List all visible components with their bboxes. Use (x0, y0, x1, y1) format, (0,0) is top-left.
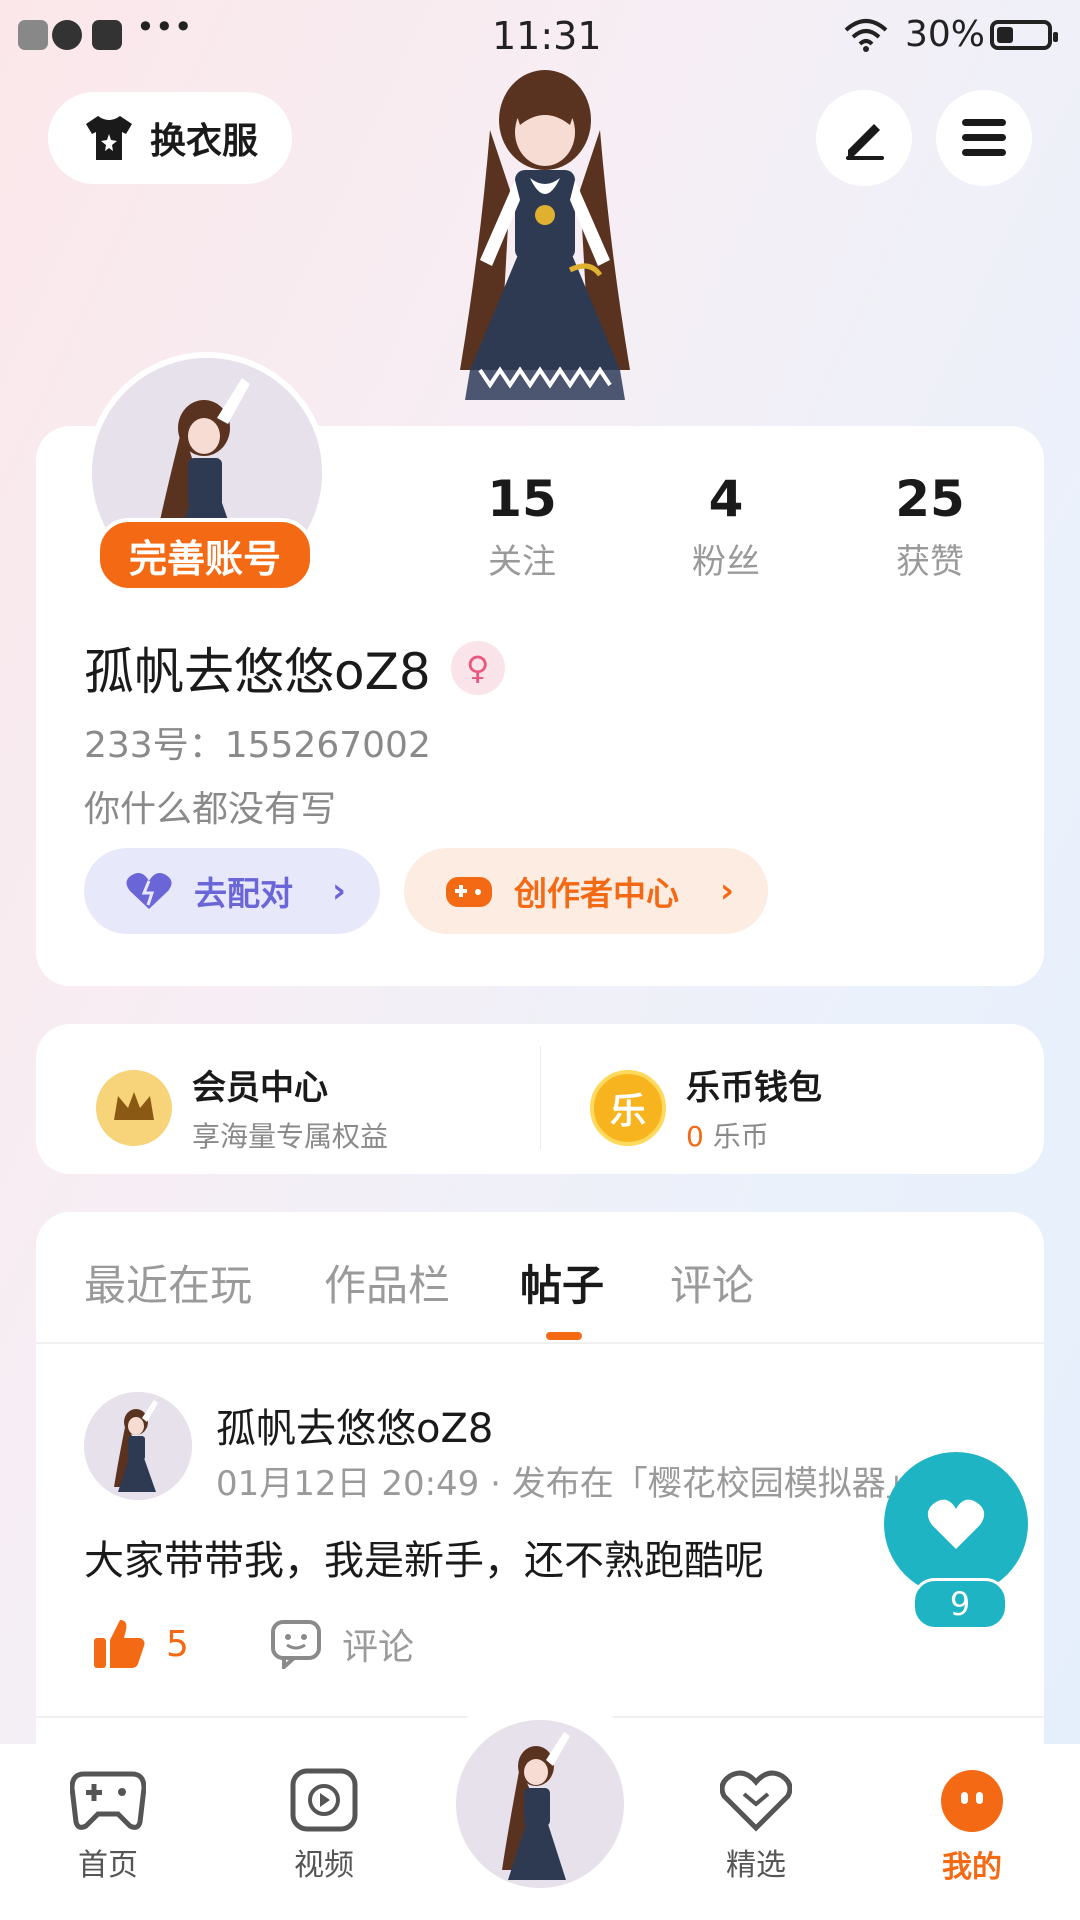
thumbs-up-icon (94, 1620, 145, 1668)
more-notifications-icon: ••• (136, 8, 193, 46)
wallet-title: 乐币钱包 (686, 1068, 822, 1108)
chevron-right-icon: › (331, 871, 346, 911)
wifi-icon (844, 19, 888, 52)
coin-icon: 乐 (590, 1069, 666, 1146)
battery-percent: 30% (905, 14, 986, 55)
post-like-count: 5 (166, 1623, 189, 1665)
member-center-entry[interactable]: 会员中心 享海量专属权益 (96, 1060, 388, 1155)
tab-recently-played[interactable]: 最近在玩 (84, 1252, 252, 1313)
likes-label: 获赞 (896, 542, 964, 582)
nav-featured-label: 精选 (726, 1848, 786, 1883)
nav-home[interactable]: 首页 (28, 1768, 188, 1884)
change-outfit-button[interactable]: 换衣服 (48, 92, 292, 184)
gamepad-icon (70, 1771, 146, 1830)
gamepad-icon (444, 871, 494, 911)
nav-home-label: 首页 (78, 1848, 138, 1883)
heart-icon (927, 1499, 985, 1549)
planet-app-icon (52, 20, 82, 50)
change-outfit-label: 换衣服 (149, 121, 258, 162)
post-author-name[interactable]: 孤帆去悠悠oZ8 (216, 1396, 493, 1454)
stat-following[interactable]: 15 关注 (442, 470, 602, 583)
tab-works[interactable]: 作品栏 (324, 1252, 450, 1313)
divider (540, 1046, 541, 1150)
nav-me[interactable]: 我的 (892, 1768, 1052, 1886)
nav-me-label: 我的 (942, 1850, 1002, 1885)
member-center-subtitle: 享海量专属权益 (192, 1120, 389, 1153)
battery-icon (990, 20, 1058, 50)
crown-icon (96, 1069, 172, 1146)
edit-button[interactable] (816, 90, 912, 186)
wallet-unit: 乐币 (712, 1120, 769, 1153)
female-gender-icon: ♀ (450, 641, 505, 695)
divider (36, 1342, 1044, 1344)
active-tab-indicator (546, 1332, 582, 1340)
nav-video-label: 视频 (294, 1848, 354, 1883)
post-comment-label: 评论 (342, 1627, 415, 1668)
video-play-icon (290, 1768, 358, 1832)
stat-likes[interactable]: 25 获赞 (850, 470, 1010, 583)
status-time: 11:31 (492, 14, 602, 58)
post-meta: 01月12日 20:49 · 发布在「樱花校园模拟器」 (216, 1464, 916, 1504)
floating-like-button[interactable] (884, 1452, 1028, 1596)
nav-video[interactable]: 视频 (244, 1768, 404, 1884)
fans-count: 4 (708, 470, 744, 528)
me-face-icon (941, 1770, 1003, 1832)
match-label: 去配对 (194, 874, 293, 913)
tshirt-icon (85, 116, 132, 160)
nav-featured[interactable]: 精选 (676, 1768, 836, 1884)
username: 孤帆去悠悠oZ8 (84, 643, 431, 701)
chevron-right-icon: › (719, 871, 734, 911)
member-center-title: 会员中心 (192, 1068, 328, 1108)
heart-diamond-icon (720, 1770, 792, 1832)
post-author-avatar[interactable] (84, 1392, 192, 1500)
nav-avatar-center[interactable] (456, 1720, 624, 1888)
username-row: 孤帆去悠悠oZ8 ♀ (84, 632, 505, 704)
post-like-button[interactable]: 5 (92, 1618, 189, 1670)
heart-match-icon (124, 871, 174, 911)
mail-app-icon (92, 20, 122, 50)
stat-fans[interactable]: 4 粉丝 (646, 470, 806, 583)
menu-button[interactable] (936, 90, 1032, 186)
edit-pen-icon (846, 124, 884, 160)
tab-comments[interactable]: 评论 (670, 1252, 754, 1313)
following-count: 15 (487, 470, 557, 528)
app-notification-icon (18, 20, 48, 50)
likes-count: 25 (895, 470, 965, 528)
status-bar: ••• 11:31 30% (0, 0, 1080, 76)
following-label: 关注 (488, 542, 556, 582)
creator-center-button[interactable]: 创作者中心 › (404, 848, 768, 934)
comment-bubble-icon (271, 1620, 321, 1669)
avatar-character-image (456, 1720, 624, 1888)
fans-label: 粉丝 (692, 542, 760, 582)
creator-center-label: 创作者中心 (514, 874, 679, 913)
wallet-amount: 0 (686, 1120, 704, 1153)
user-id: 233号：155267002 (84, 725, 431, 766)
character-avatar-figure[interactable] (420, 70, 670, 425)
tab-posts[interactable]: 帖子 (520, 1252, 604, 1313)
post-text[interactable]: 大家带带我，我是新手，还不熟跑酷呢 (84, 1528, 764, 1586)
wallet-entry[interactable]: 乐 乐币钱包 0 乐币 (590, 1060, 822, 1155)
floating-like-count: 9 (912, 1578, 1008, 1630)
complete-account-button[interactable]: 完善账号 (96, 518, 314, 592)
post-comment-button[interactable]: 评论 (270, 1618, 414, 1670)
avatar-character-image (84, 1392, 192, 1500)
hamburger-menu-icon (962, 119, 1006, 156)
user-bio: 你什么都没有写 (84, 789, 337, 830)
match-button[interactable]: 去配对 › (84, 848, 380, 934)
